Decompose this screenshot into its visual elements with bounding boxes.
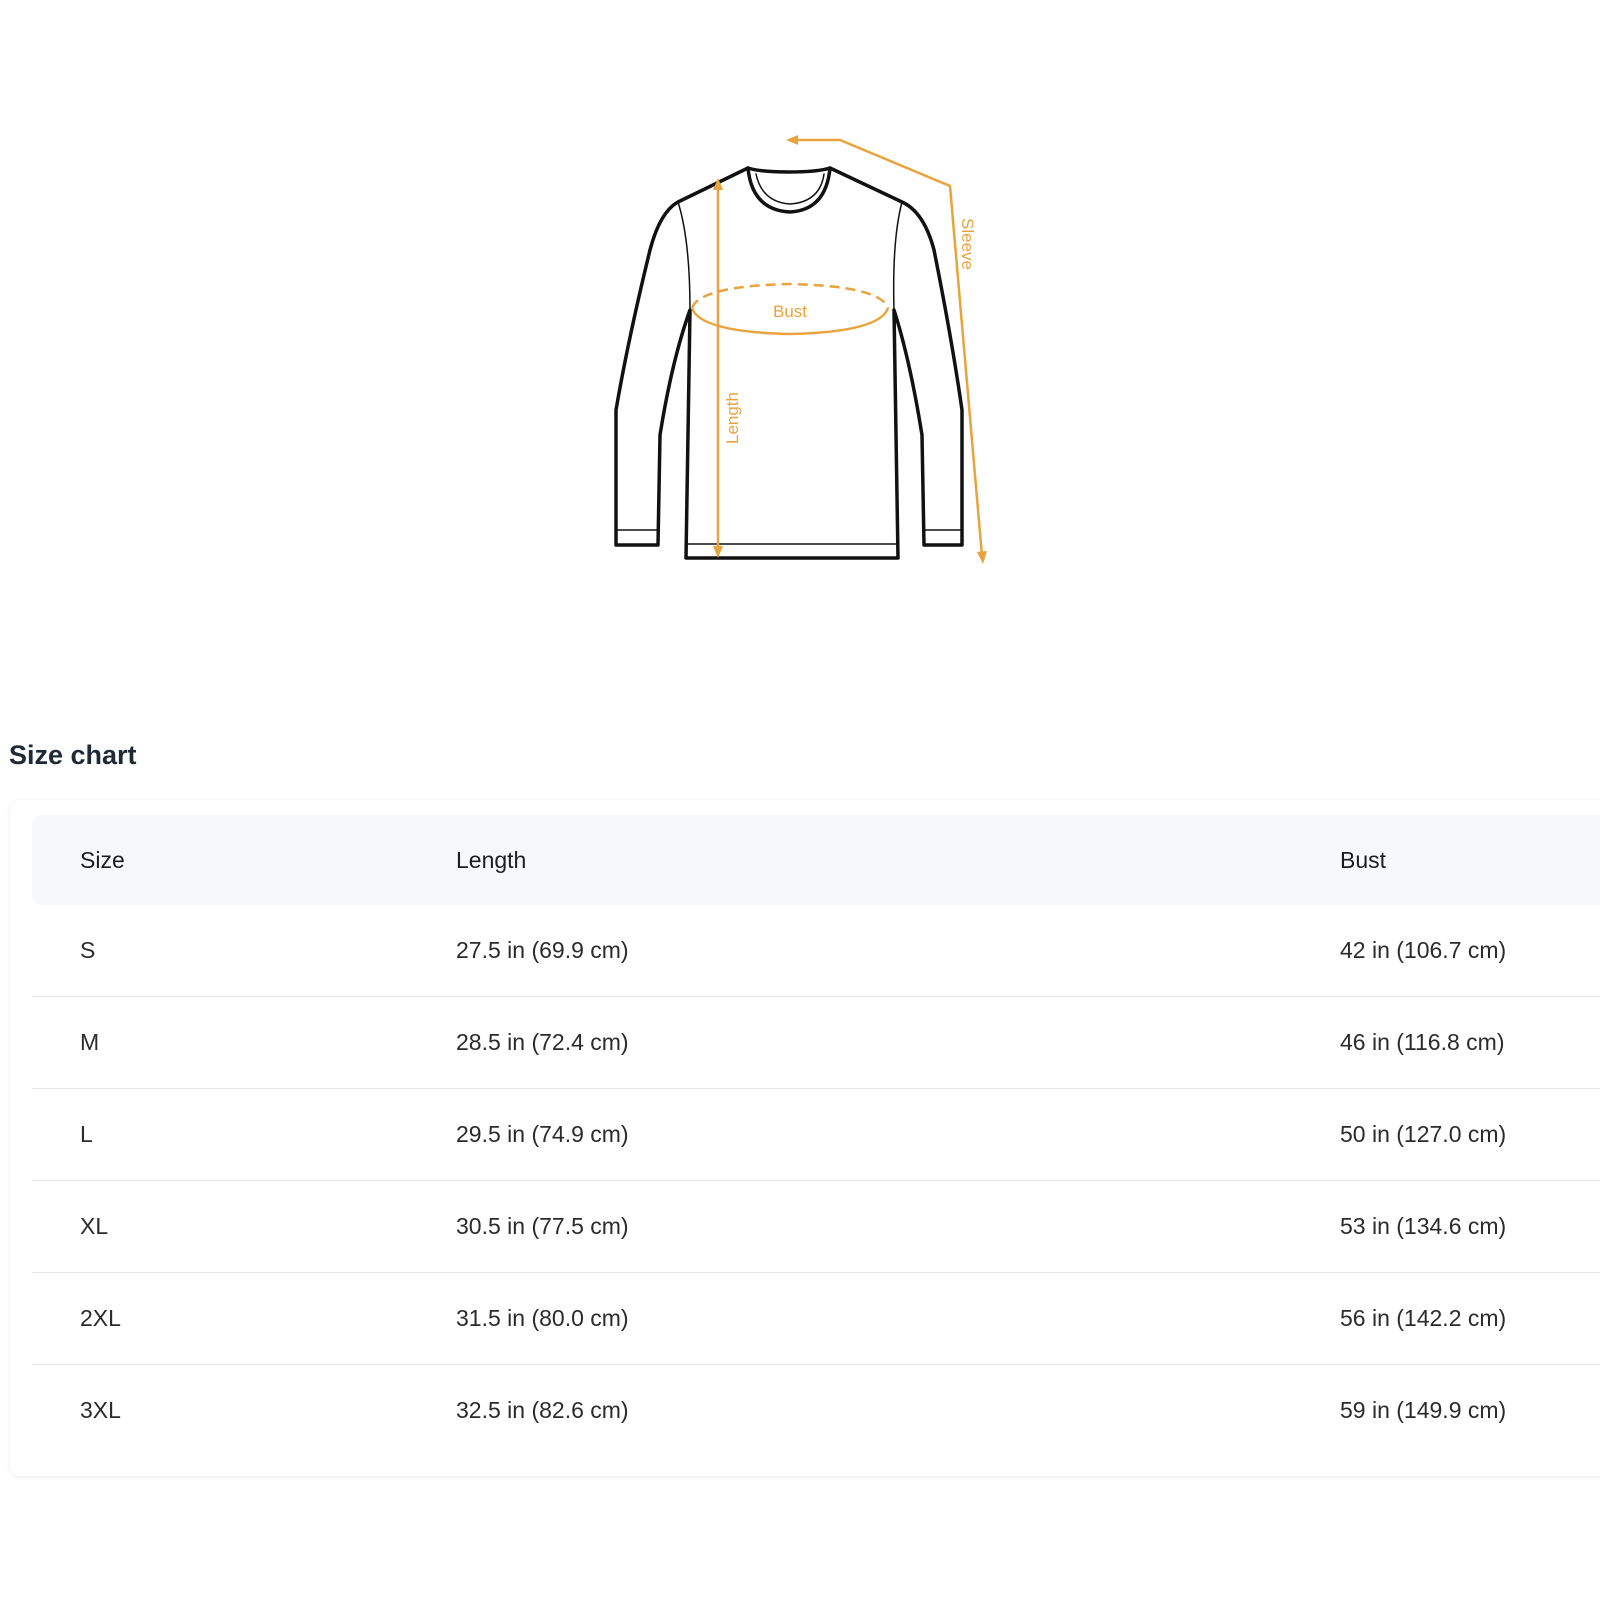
size-cell: XL xyxy=(80,1213,109,1239)
bust-label: Bust xyxy=(773,302,807,321)
bust-cell: 56 in (142.2 cm) xyxy=(1340,1305,1507,1331)
bust-cell: 53 in (134.6 cm) xyxy=(1340,1213,1507,1239)
sleeve-label: Sleeve xyxy=(958,218,977,270)
size-cell: L xyxy=(80,1121,93,1147)
length-label: Length xyxy=(723,392,742,444)
size-cell: 3XL xyxy=(80,1397,121,1423)
length-cell: 29.5 in (74.9 cm) xyxy=(456,1121,629,1147)
table-row: 3XL 32.5 in (82.6 cm) 59 in (149.9 cm) xyxy=(32,1365,1600,1456)
size-cell: 2XL xyxy=(80,1305,121,1331)
sleeve-guide-line xyxy=(796,138,984,557)
garment-measurement-diagram: Bust Length Sleeve xyxy=(580,120,1040,600)
column-header-bust: Bust xyxy=(1340,846,1387,873)
column-header-size: Size xyxy=(80,846,125,873)
table-row: M 28.5 in (72.4 cm) 46 in (116.8 cm) xyxy=(32,997,1600,1089)
size-chart-title: Size chart xyxy=(9,740,137,770)
length-cell: 28.5 in (72.4 cm) xyxy=(456,1029,629,1055)
measurement-arrowheads xyxy=(713,135,987,564)
size-cell: S xyxy=(80,937,96,963)
length-cell: 32.5 in (82.6 cm) xyxy=(456,1397,629,1423)
table-row: XL 30.5 in (77.5 cm) 53 in (134.6 cm) xyxy=(32,1181,1600,1273)
length-cell: 31.5 in (80.0 cm) xyxy=(456,1305,629,1331)
bust-cell: 46 in (116.8 cm) xyxy=(1340,1029,1505,1055)
length-cell: 27.5 in (69.9 cm) xyxy=(456,937,629,963)
long-sleeve-shirt-icon: Bust Length Sleeve xyxy=(614,135,987,564)
size-chart-table: Size Length Bust S 27.5 in (69.9 cm) 42 … xyxy=(32,815,1600,1456)
measurement-guides xyxy=(690,138,984,557)
table-row: S 27.5 in (69.9 cm) 42 in (106.7 cm) xyxy=(32,905,1600,997)
size-cell: M xyxy=(80,1029,100,1055)
length-cell: 30.5 in (77.5 cm) xyxy=(456,1213,629,1239)
shirt-outline xyxy=(614,166,964,560)
table-header: Size Length Bust xyxy=(32,815,1600,905)
table-row: L 29.5 in (74.9 cm) 50 in (127.0 cm) xyxy=(32,1089,1600,1181)
bust-cell: 42 in (106.7 cm) xyxy=(1340,937,1507,963)
bust-cell: 59 in (149.9 cm) xyxy=(1340,1397,1507,1423)
table-row: 2XL 31.5 in (80.0 cm) 56 in (142.2 cm) xyxy=(32,1273,1600,1365)
bust-cell: 50 in (127.0 cm) xyxy=(1340,1121,1507,1147)
column-header-length: Length xyxy=(456,846,527,873)
